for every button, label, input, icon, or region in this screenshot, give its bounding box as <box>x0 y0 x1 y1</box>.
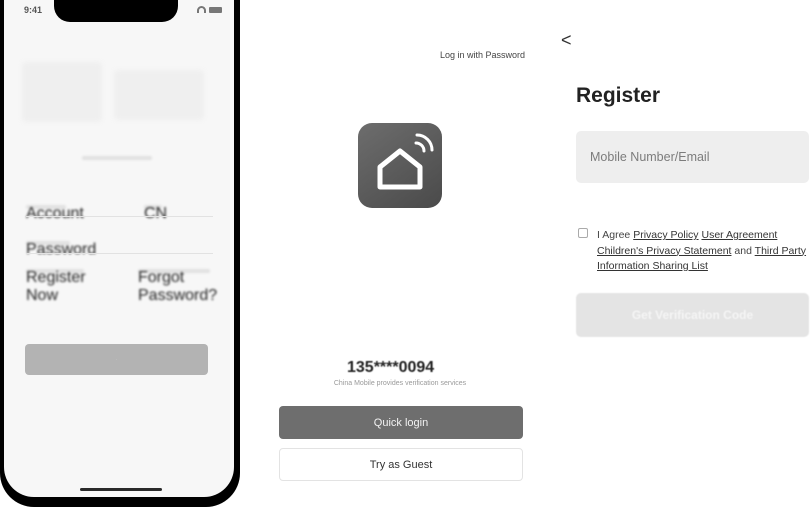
password-label: Password <box>26 241 97 258</box>
user-agreement-link[interactable]: User Agreement <box>701 229 777 241</box>
register-now-link[interactable]: Register Now <box>26 269 86 304</box>
provider-text: China Mobile provides verification servi… <box>333 380 467 387</box>
agreement-text: I Agree Privacy Policy User Agreement Ch… <box>597 228 809 275</box>
mobile-email-input[interactable] <box>576 131 809 183</box>
quick-login-button[interactable]: Quick login <box>279 406 523 439</box>
and-word: and <box>734 244 752 257</box>
blurred-header-block <box>22 62 102 122</box>
login-button[interactable]: · <box>25 344 208 375</box>
battery-icon <box>209 6 222 13</box>
try-as-guest-button[interactable]: Try as Guest <box>279 448 523 481</box>
app-logo <box>358 123 442 208</box>
forgot-password-link[interactable]: Forgot Password? <box>138 269 217 304</box>
blurred-header-block <box>114 70 204 120</box>
get-verification-code-button[interactable]: Get Verification Code <box>576 293 809 337</box>
phone-notch <box>54 0 178 22</box>
login-with-password-link[interactable]: Log in with Password <box>440 50 525 60</box>
account-label: Account <box>26 205 84 222</box>
masked-phone-number: 135****0094 <box>347 359 435 376</box>
phone-frame: 9:41 Account CN Password Register Now Fo… <box>0 0 240 507</box>
wifi-icon <box>197 6 206 13</box>
account-underline <box>26 216 213 217</box>
login-button-label: · <box>115 356 118 363</box>
childrens-privacy-link[interactable]: Children's Privacy Statement <box>597 245 731 257</box>
back-chevron-icon[interactable]: < <box>561 31 572 49</box>
status-icons <box>197 6 222 13</box>
region-label: CN <box>144 205 168 222</box>
page-title: Register <box>576 84 661 107</box>
privacy-policy-link[interactable]: Privacy Policy <box>633 229 698 241</box>
status-time: 9:41 <box>24 5 43 15</box>
blurred-title <box>82 156 152 160</box>
phone-screen: 9:41 Account CN Password Register Now Fo… <box>4 0 234 497</box>
password-underline <box>26 253 213 254</box>
agree-prefix: I Agree <box>597 229 631 241</box>
smart-home-icon <box>377 133 434 190</box>
home-indicator <box>80 488 162 491</box>
agree-checkbox[interactable] <box>578 228 588 238</box>
